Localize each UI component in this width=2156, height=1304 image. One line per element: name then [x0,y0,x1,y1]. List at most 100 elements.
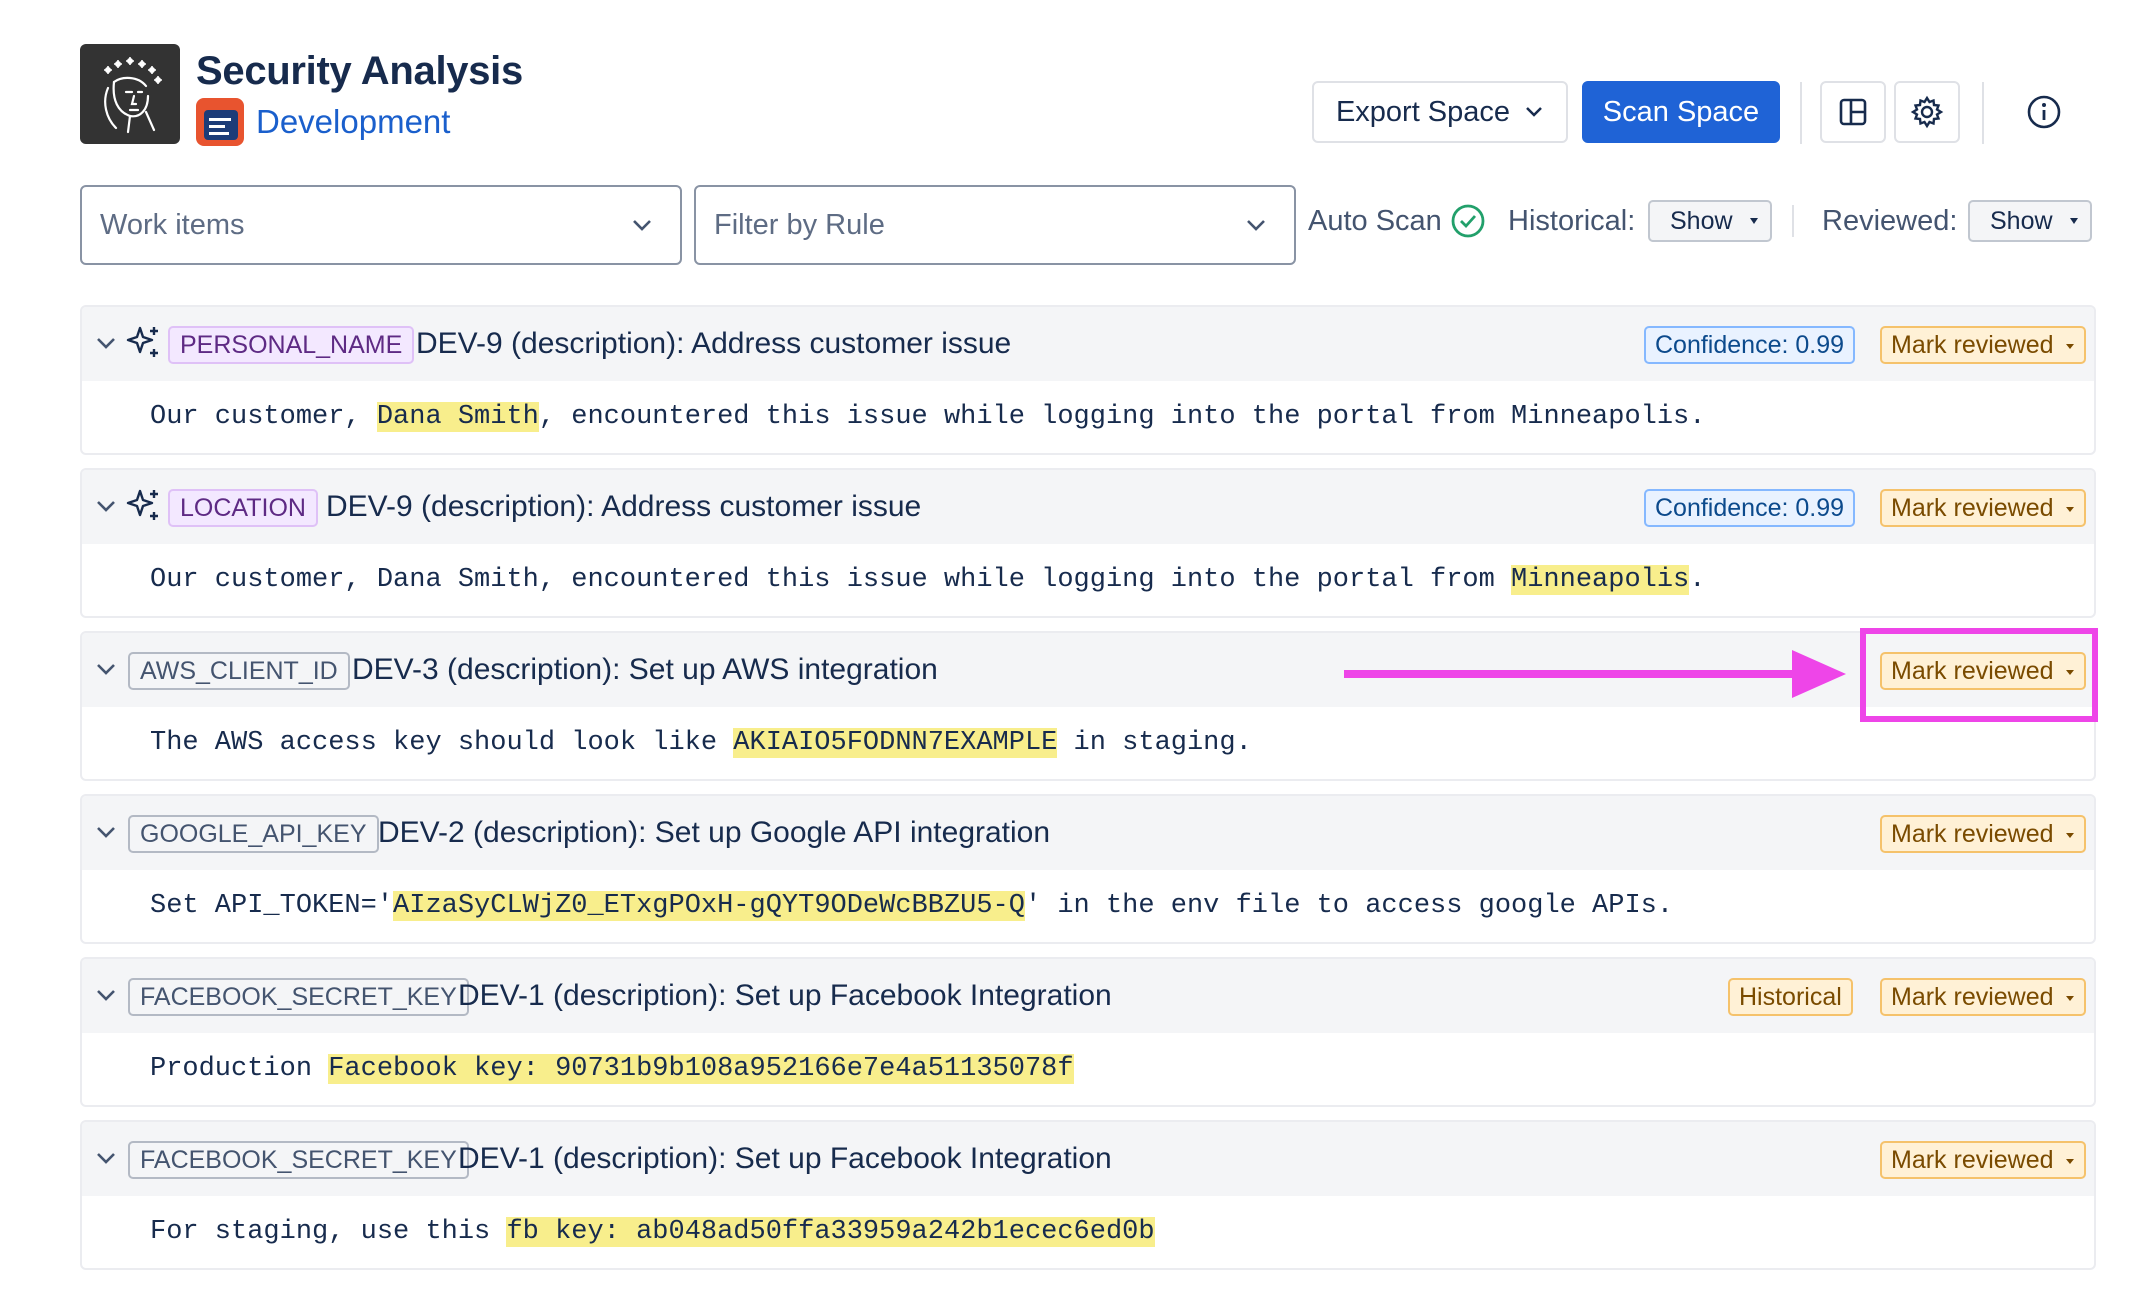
finding-card: FACEBOOK_SECRET_KEY DEV-1 (description):… [80,957,2096,1107]
header-divider [1800,82,1802,144]
scan-space-button[interactable]: Scan Space [1582,81,1780,143]
portrait-icon [104,57,162,134]
rule-tag: GOOGLE_API_KEY [128,815,379,853]
rule-filter-placeholder: Filter by Rule [714,208,885,241]
rule-tag: LOCATION [168,489,318,527]
finding-card: PERSONAL_NAME DEV-9 (description): Addre… [80,305,2096,455]
dropdown-caret-icon [2066,344,2074,349]
finding-snippet: Production Facebook key: 90731b9b108a952… [150,1049,1074,1089]
finding-snippet: For staging, use this fb key: ab048ad50f… [150,1212,1155,1252]
gear-icon [1910,95,1944,129]
snippet-match: Dana Smith [376,402,539,432]
finding-title: DEV-1 (description): Set up Facebook Int… [458,1142,1112,1175]
space-link[interactable]: Development [196,98,523,146]
layout-icon [1839,98,1867,126]
finding-title: DEV-1 (description): Set up Facebook Int… [458,979,1112,1012]
rule-tag: AWS_CLIENT_ID [128,652,350,690]
dropdown-caret-icon [1750,218,1758,224]
mark-reviewed-label: Mark reviewed [1891,1146,2054,1174]
filter-divider [1792,205,1794,237]
dropdown-caret-icon [2066,996,2074,1001]
finding-header[interactable]: FACEBOOK_SECRET_KEY DEV-1 (description):… [82,959,2094,1033]
work-items-placeholder: Work items [100,208,245,241]
rule-tag: PERSONAL_NAME [168,326,415,364]
dropdown-caret-icon [2066,833,2074,838]
snippet-match: AKIAIO5FODNN7EXAMPLE [733,728,1058,758]
mark-reviewed-button[interactable]: Mark reviewed [1880,978,2086,1016]
chevron-down-icon[interactable] [92,329,120,357]
scan-space-label: Scan Space [1602,95,1760,128]
finding-snippet: Our customer, Dana Smith, encountered th… [150,397,1705,437]
finding-title: DEV-9 (description): Address customer is… [416,327,1012,360]
reviewed-label: Reviewed: [1822,205,1958,237]
rule-tag: FACEBOOK_SECRET_KEY [128,1141,469,1179]
snippet-text: For staging, use this [150,1217,507,1247]
rule-filter-select[interactable]: Filter by Rule [694,185,1296,265]
finding-card: FACEBOOK_SECRET_KEY DEV-1 (description):… [80,1120,2096,1270]
snippet-text: Our customer, [150,402,377,432]
export-space-button[interactable]: Export Space [1312,81,1568,143]
mark-reviewed-button[interactable]: Mark reviewed [1880,326,2086,364]
annotation-highlight-box [1860,628,2098,722]
finding-snippet: Our customer, Dana Smith, encountered th… [150,560,1705,600]
settings-button[interactable] [1894,81,1960,143]
space-icon [196,98,244,146]
finding-card: GOOGLE_API_KEY DEV-2 (description): Set … [80,794,2096,944]
confidence-badge: Confidence: 0.99 [1644,489,1856,527]
annotation-arrow-icon [1344,650,1846,698]
finding-card: LOCATION DEV-9 (description): Address cu… [80,468,2096,618]
dropdown-caret-icon [2066,1159,2074,1164]
mark-reviewed-button[interactable]: Mark reviewed [1880,489,2086,527]
ai-sparkle-icon [126,326,158,357]
reviewed-select[interactable]: Show [1968,200,2092,242]
dropdown-caret-icon [2066,507,2074,512]
page-title: Security Analysis [196,49,523,93]
page-header: Security Analysis Development Export Spa… [80,44,2096,146]
snippet-text: , encountered this issue while logging i… [538,402,1706,432]
ai-sparkle-icon [126,489,158,520]
chevron-down-icon[interactable] [92,1144,120,1172]
snippet-text: Production [150,1054,329,1084]
snippet-match: AIzaSyCLWjZ0_ETxgPOxH-gQYT9ODeWcBBZU5-Q [393,891,1025,921]
layout-button[interactable] [1820,81,1886,143]
chevron-down-icon [1526,107,1542,117]
chevron-down-icon[interactable] [92,492,120,520]
finding-header[interactable]: GOOGLE_API_KEY DEV-2 (description): Set … [82,796,2094,870]
historical-badge: Historical [1728,978,1853,1016]
historical-value: Show [1670,206,1733,235]
app-logo [80,44,180,144]
finding-header[interactable]: FACEBOOK_SECRET_KEY DEV-1 (description):… [82,1122,2094,1196]
chevron-down-icon[interactable] [92,981,120,1009]
historical-label: Historical: [1508,205,1636,237]
chevron-down-icon [1247,220,1265,231]
info-button[interactable] [2020,88,2068,136]
info-icon [2027,95,2061,129]
finding-snippet: The AWS access key should look like AKIA… [150,723,1252,763]
snippet-text: ' in the env file to access google APIs. [1024,891,1674,921]
finding-header[interactable]: PERSONAL_NAME DEV-9 (description): Addre… [82,307,2094,381]
mark-reviewed-button[interactable]: Mark reviewed [1880,1141,2086,1179]
chevron-down-icon[interactable] [92,818,120,846]
snippet-text: . [1689,565,1706,595]
snippet-text: The AWS access key should look like [150,728,734,758]
chevron-down-icon[interactable] [92,655,120,683]
historical-select[interactable]: Show [1648,200,1772,242]
work-items-select[interactable]: Work items [80,185,682,265]
check-circle-icon[interactable] [1450,203,1486,239]
finding-snippet: Set API_TOKEN='AIzaSyCLWjZ0_ETxgPOxH-gQY… [150,886,1673,926]
finding-title: DEV-2 (description): Set up Google API i… [378,816,1051,849]
mark-reviewed-button[interactable]: Mark reviewed [1880,815,2086,853]
snippet-text: Our customer, Dana Smith, encountered th… [150,565,1512,595]
finding-header[interactable]: LOCATION DEV-9 (description): Address cu… [82,470,2094,544]
space-name[interactable]: Development [256,100,450,144]
reviewed-value: Show [1990,206,2053,235]
header-divider [1982,82,1984,144]
finding-title: DEV-9 (description): Address customer is… [326,490,922,523]
snippet-text: in staging. [1057,728,1252,758]
rule-tag: FACEBOOK_SECRET_KEY [128,978,469,1016]
filter-bar: Work items Filter by Rule Auto Scan Hist… [80,185,2096,265]
auto-scan-label: Auto Scan [1308,205,1442,237]
confidence-badge: Confidence: 0.99 [1644,326,1856,364]
snippet-match: fb key: ab048ad50ffa33959a242b1ecec6ed0b [506,1217,1155,1247]
export-space-label: Export Space [1335,95,1511,128]
